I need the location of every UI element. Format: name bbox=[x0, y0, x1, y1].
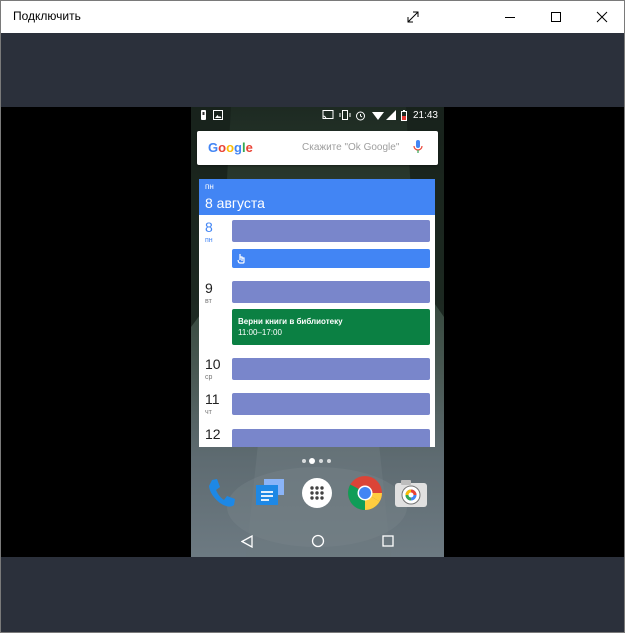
app-drawer-icon bbox=[302, 478, 332, 508]
day-weekday: ср bbox=[205, 374, 213, 381]
calendar-event[interactable] bbox=[232, 429, 430, 447]
expand-button[interactable] bbox=[390, 1, 436, 33]
calendar-event[interactable] bbox=[232, 220, 430, 242]
chrome-app[interactable] bbox=[345, 473, 385, 513]
battery-icon bbox=[401, 110, 407, 121]
calendar-event[interactable] bbox=[232, 281, 430, 303]
event-time: 11:00–17:00 bbox=[238, 328, 282, 337]
close-icon bbox=[596, 11, 608, 23]
day-number: 12 bbox=[205, 426, 221, 442]
camera-app[interactable] bbox=[391, 473, 431, 513]
page-dot bbox=[302, 459, 306, 463]
connect-window: Подключить 21:43 Google Скажите "Ok Goog… bbox=[0, 0, 625, 633]
day-weekday: чт bbox=[205, 409, 212, 416]
window-title: Подключить bbox=[13, 9, 81, 23]
camera-icon bbox=[395, 480, 427, 507]
phone-app[interactable] bbox=[201, 473, 241, 513]
title-bar[interactable]: Подключить bbox=[1, 1, 624, 33]
letterbox-top bbox=[1, 33, 624, 107]
maximize-button[interactable] bbox=[533, 1, 579, 33]
calendar-event-now[interactable] bbox=[232, 249, 430, 268]
maximize-icon bbox=[551, 12, 561, 22]
day-number: 11 bbox=[205, 391, 220, 407]
minimize-icon bbox=[505, 17, 515, 18]
messages-icon bbox=[256, 479, 284, 505]
back-icon bbox=[241, 534, 253, 548]
image-icon bbox=[213, 110, 223, 120]
app-drawer[interactable] bbox=[297, 473, 337, 513]
close-button[interactable] bbox=[579, 1, 625, 33]
letterbox-bottom bbox=[1, 557, 624, 632]
day-weekday: вт bbox=[205, 298, 212, 305]
hand-icon bbox=[237, 254, 245, 264]
wifi-icon bbox=[372, 112, 384, 120]
home-icon bbox=[311, 534, 325, 548]
calendar-header-dow: пн bbox=[205, 182, 214, 191]
notification-icon bbox=[201, 110, 206, 120]
app-dock bbox=[191, 473, 444, 517]
calendar-widget[interactable]: пн 8 августа 8 пн 9 вт Верни книги в биб… bbox=[199, 179, 435, 447]
page-dot-current bbox=[309, 458, 315, 464]
back-button[interactable] bbox=[235, 531, 259, 551]
phone-screen[interactable]: 21:43 Google Скажите "Ok Google" пн 8 ав… bbox=[191, 107, 444, 557]
calendar-event[interactable] bbox=[232, 393, 430, 415]
calendar-header-date: 8 августа bbox=[205, 195, 265, 211]
android-nav-bar bbox=[191, 525, 444, 557]
calendar-event[interactable] bbox=[232, 358, 430, 380]
page-dot bbox=[319, 459, 323, 463]
phone-icon bbox=[209, 479, 235, 507]
alarm-icon bbox=[356, 111, 365, 121]
minimize-button[interactable] bbox=[487, 1, 533, 33]
google-search-bar[interactable]: Google Скажите "Ok Google" bbox=[197, 131, 438, 165]
cast-icon bbox=[322, 110, 334, 120]
day-weekday: пн bbox=[205, 237, 213, 244]
google-logo: Google bbox=[208, 140, 253, 155]
recents-icon bbox=[382, 535, 394, 547]
mic-icon[interactable] bbox=[413, 139, 423, 155]
home-button[interactable] bbox=[306, 531, 330, 551]
status-bar: 21:43 bbox=[191, 107, 444, 125]
day-number: 8 bbox=[205, 219, 213, 235]
recents-button[interactable] bbox=[376, 531, 400, 551]
page-dot bbox=[327, 459, 331, 463]
messages-app[interactable] bbox=[249, 473, 289, 513]
projection-area[interactable]: 21:43 Google Скажите "Ok Google" пн 8 ав… bbox=[1, 107, 624, 557]
signal-icon bbox=[386, 110, 396, 120]
search-hint: Скажите "Ok Google" bbox=[302, 142, 400, 153]
day-number: 9 bbox=[205, 280, 213, 296]
vibrate-icon bbox=[339, 110, 351, 120]
expand-icon bbox=[407, 11, 419, 23]
page-indicator bbox=[302, 458, 334, 464]
chrome-icon bbox=[348, 476, 382, 510]
calendar-event-library[interactable]: Верни книги в библиотеку 11:00–17:00 bbox=[232, 309, 430, 345]
status-clock: 21:43 bbox=[412, 110, 438, 121]
day-number: 10 bbox=[205, 356, 221, 372]
calendar-header[interactable]: пн 8 августа bbox=[199, 179, 435, 215]
event-title: Верни книги в библиотеку bbox=[238, 317, 343, 326]
